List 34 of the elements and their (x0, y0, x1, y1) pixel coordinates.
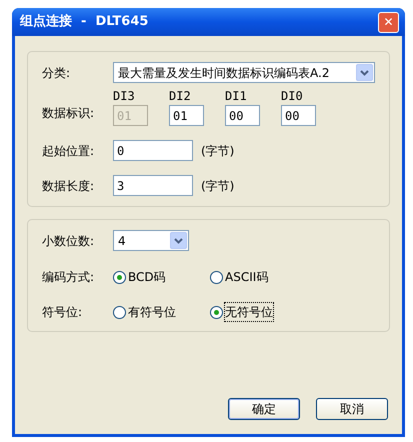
window-title: 组点连接 - DLT645 (20, 12, 148, 32)
input-field[interactable]: 3 (113, 175, 193, 196)
field-label: 起始位置: (42, 142, 96, 160)
unit-label: (字节) (201, 142, 234, 160)
column-heading: DI2 (169, 88, 192, 105)
radio-button[interactable] (113, 270, 126, 284)
radio-label[interactable]: BCD码 (128, 268, 166, 286)
field-label: 编码方式: (42, 269, 96, 286)
column-heading: DI0 (281, 88, 304, 105)
input-field[interactable]: 01 (169, 105, 204, 126)
radio-button[interactable] (210, 306, 223, 318)
field-label: 分类: (42, 64, 72, 82)
radio-button[interactable] (210, 270, 223, 284)
radio-label[interactable]: 有符号位 (128, 303, 176, 321)
unit-label: (字节) (201, 178, 234, 194)
radio-label[interactable]: ASCII码 (225, 268, 268, 286)
dialog-button[interactable]: 确定 (228, 398, 300, 420)
column-heading: DI1 (225, 88, 248, 105)
field-label: 数据标识: (42, 105, 96, 122)
column-heading: DI3 (113, 88, 136, 105)
field-label: 数据长度: (42, 178, 96, 194)
radio-label[interactable]: 无符号位 (225, 303, 273, 321)
dialog-button[interactable]: 取消 (316, 398, 388, 420)
category-dropdown[interactable]: 最大需量及发生时间数据标识编码表A.2 (113, 62, 375, 83)
field-label: 小数位数: (42, 232, 96, 250)
dropdown-value: 4 (118, 232, 126, 250)
dropdown-value: 最大需量及发生时间数据标识编码表A.2 (118, 64, 330, 82)
input-field[interactable]: 00 (225, 105, 260, 126)
close-button[interactable]: ✕ (378, 12, 399, 32)
decimals-dropdown[interactable]: 4 (113, 230, 189, 251)
input-field[interactable]: 00 (281, 105, 316, 126)
input-field[interactable]: 0 (113, 140, 193, 161)
field-label: 符号位: (42, 304, 84, 321)
radio-button[interactable] (113, 306, 126, 318)
